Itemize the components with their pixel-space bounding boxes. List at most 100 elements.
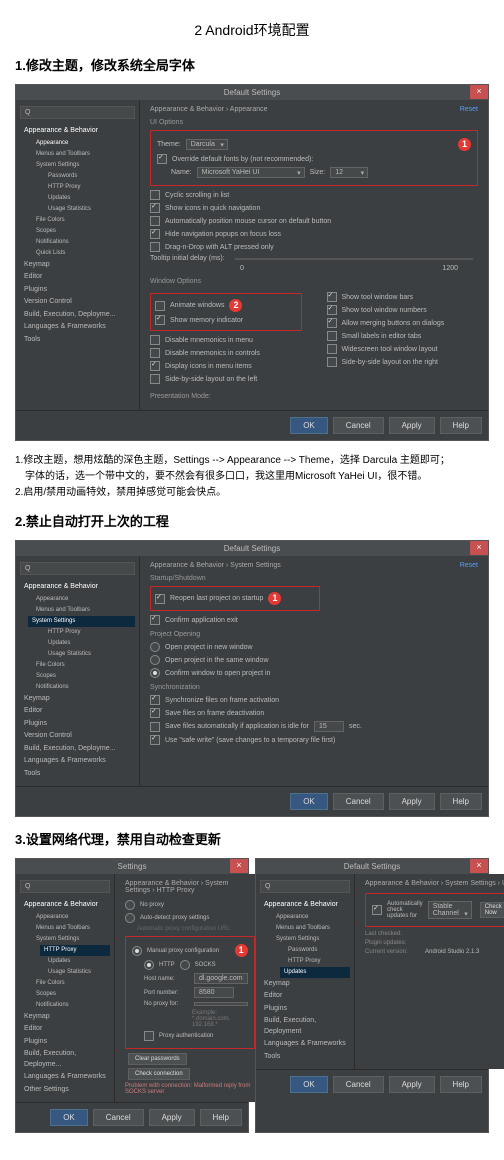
ok-button[interactable]: OK xyxy=(50,1109,88,1126)
manual-proxy-radio[interactable] xyxy=(132,946,142,956)
chk[interactable] xyxy=(327,318,337,328)
search-input[interactable]: Q xyxy=(260,880,350,893)
hide-nav-checkbox[interactable] xyxy=(150,229,160,239)
sidebar-item[interactable]: Tools xyxy=(20,768,135,781)
theme-select[interactable]: Darcula xyxy=(186,139,228,150)
sidebar-item[interactable]: Appearance & Behavior xyxy=(260,899,350,912)
sidebar-item-appearance[interactable]: Appearance xyxy=(32,138,135,149)
sidebar-item[interactable]: Appearance xyxy=(32,912,110,923)
idle-input[interactable]: 15 xyxy=(314,721,344,732)
sidebar-item[interactable]: Plugins xyxy=(20,1036,110,1049)
sidebar-item[interactable]: Tools xyxy=(260,1051,350,1064)
sidebar-item[interactable]: HTTP Proxy xyxy=(44,182,135,193)
sidebar-item[interactable]: Keymap xyxy=(20,259,135,272)
apply-button[interactable]: Apply xyxy=(389,1076,435,1093)
chk[interactable] xyxy=(327,292,337,302)
sidebar-item[interactable]: Plugins xyxy=(260,1003,350,1016)
search-input[interactable]: Q xyxy=(20,562,135,575)
ok-button[interactable]: OK xyxy=(290,793,328,810)
chk[interactable] xyxy=(150,361,160,371)
sidebar-item[interactable]: Build, Execution, Deployme... xyxy=(20,743,135,756)
help-button[interactable]: Help xyxy=(440,793,482,810)
sidebar-item[interactable]: Menus and Toolbars xyxy=(32,923,110,934)
chk[interactable] xyxy=(150,348,160,358)
help-button[interactable]: Help xyxy=(440,1076,482,1093)
sidebar-item[interactable]: Keymap xyxy=(20,693,135,706)
sidebar-item[interactable]: Menus and Toolbars xyxy=(32,149,135,160)
sidebar-item[interactable]: Appearance & Behavior xyxy=(20,581,135,594)
sidebar-item[interactable]: Menus and Toolbars xyxy=(272,923,350,934)
sidebar-item[interactable]: Usage Statistics xyxy=(44,649,135,660)
port-input[interactable]: 8580 xyxy=(194,987,234,998)
ok-button[interactable]: OK xyxy=(290,1076,328,1093)
sidebar-item[interactable]: Scopes xyxy=(32,226,135,237)
sidebar-item-appearance-behavior[interactable]: Appearance & Behavior xyxy=(20,125,135,138)
http-radio[interactable] xyxy=(144,960,154,970)
ok-button[interactable]: OK xyxy=(290,417,328,434)
sidebar-item[interactable]: Notifications xyxy=(32,682,135,693)
sidebar-item[interactable]: Scopes xyxy=(32,989,110,1000)
sidebar-item[interactable]: Keymap xyxy=(260,978,350,991)
animate-checkbox[interactable] xyxy=(155,301,165,311)
chk[interactable] xyxy=(150,695,160,705)
sidebar-item-http-proxy[interactable]: HTTP Proxy xyxy=(40,945,110,956)
cancel-button[interactable]: Cancel xyxy=(333,417,384,434)
cancel-button[interactable]: Cancel xyxy=(93,1109,144,1126)
check-conn-button[interactable]: Check connection xyxy=(128,1068,190,1080)
chk[interactable] xyxy=(150,374,160,384)
auto-pos-checkbox[interactable] xyxy=(150,216,160,226)
sidebar-item[interactable]: Editor xyxy=(20,705,135,718)
close-icon[interactable]: × xyxy=(470,859,488,873)
cancel-button[interactable]: Cancel xyxy=(333,793,384,810)
sidebar-item[interactable]: Menus and Toolbars xyxy=(32,605,135,616)
sidebar-item[interactable]: Updates xyxy=(44,956,110,967)
sidebar-item[interactable]: HTTP Proxy xyxy=(44,627,135,638)
help-button[interactable]: Help xyxy=(440,417,482,434)
search-input[interactable]: Q xyxy=(20,880,110,893)
show-icons-checkbox[interactable] xyxy=(150,203,160,213)
sidebar-item[interactable]: Languages & Frameworks xyxy=(20,755,135,768)
open-confirm-radio[interactable] xyxy=(150,668,160,678)
sidebar-item[interactable]: File Colors xyxy=(32,660,135,671)
sidebar-item[interactable]: Languages & Frameworks xyxy=(260,1038,350,1051)
sidebar-item[interactable]: Usage Statistics xyxy=(44,967,110,978)
open-same-radio[interactable] xyxy=(150,655,160,665)
sidebar-item[interactable]: Appearance & Behavior xyxy=(20,899,110,912)
sidebar-item[interactable]: Updates xyxy=(44,193,135,204)
sidebar-item[interactable]: Languages & Frameworks xyxy=(20,1071,110,1084)
sidebar-item[interactable]: Notifications xyxy=(32,237,135,248)
sidebar-item-updates[interactable]: Updates xyxy=(280,967,350,978)
sidebar-item[interactable]: System Settings xyxy=(272,934,350,945)
sidebar-item[interactable]: Other Settings xyxy=(20,1084,110,1097)
sidebar-item[interactable]: Appearance xyxy=(272,912,350,923)
socks-radio[interactable] xyxy=(180,960,190,970)
sidebar-item[interactable]: Editor xyxy=(20,271,135,284)
chk[interactable] xyxy=(150,708,160,718)
chk[interactable] xyxy=(150,722,160,732)
sidebar-item[interactable]: Usage Statistics xyxy=(44,204,135,215)
sidebar-item[interactable]: System Settings xyxy=(32,160,135,171)
sidebar-item-system-settings[interactable]: System Settings xyxy=(28,616,135,627)
chk[interactable] xyxy=(150,735,160,745)
sidebar-item[interactable]: Editor xyxy=(260,990,350,1003)
open-new-radio[interactable] xyxy=(150,642,160,652)
override-fonts-checkbox[interactable] xyxy=(157,154,167,164)
chk[interactable] xyxy=(327,344,337,354)
no-proxy-input[interactable] xyxy=(194,1002,248,1006)
sidebar-item[interactable]: Plugins xyxy=(20,718,135,731)
sidebar-item[interactable]: Passwords xyxy=(284,945,350,956)
reset-link[interactable]: Reset xyxy=(460,106,478,113)
sidebar-item[interactable]: File Colors xyxy=(32,978,110,989)
cancel-button[interactable]: Cancel xyxy=(333,1076,384,1093)
sidebar-item[interactable]: Appearance xyxy=(32,594,135,605)
auto-check-checkbox[interactable] xyxy=(372,905,382,915)
apply-button[interactable]: Apply xyxy=(149,1109,195,1126)
dnd-alt-checkbox[interactable] xyxy=(150,242,160,252)
help-button[interactable]: Help xyxy=(200,1109,242,1126)
close-icon[interactable]: × xyxy=(470,541,488,555)
close-icon[interactable]: × xyxy=(470,85,488,99)
sidebar-item[interactable]: Plugins xyxy=(20,284,135,297)
apply-button[interactable]: Apply xyxy=(389,417,435,434)
sidebar-item[interactable]: Languages & Frameworks xyxy=(20,321,135,334)
sidebar-item[interactable]: HTTP Proxy xyxy=(284,956,350,967)
